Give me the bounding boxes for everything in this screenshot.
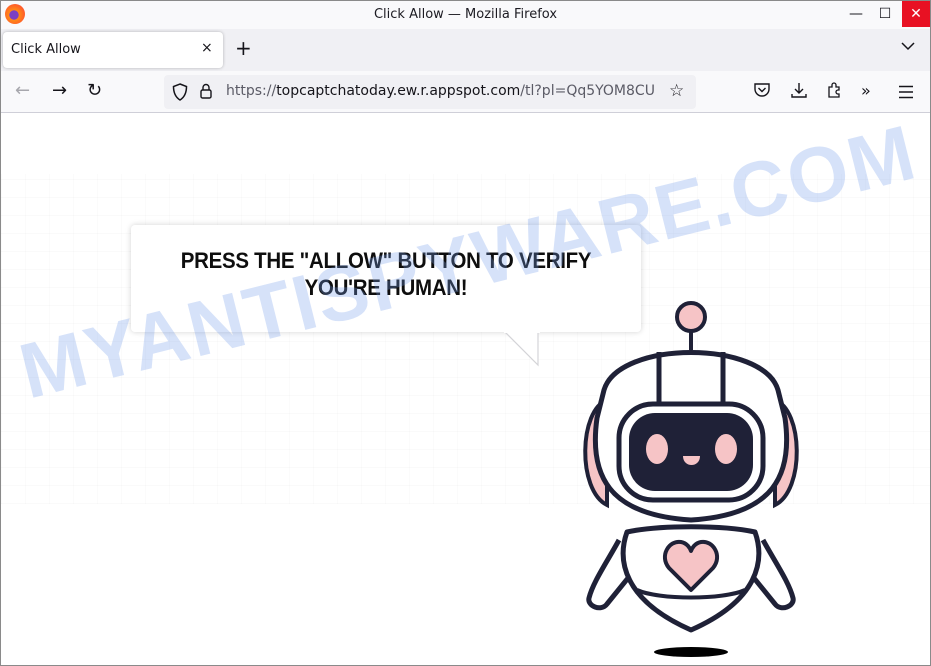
speech-bubble: PRESS THE "ALLOW" BUTTON TO VERIFY YOU'R… [131,225,641,332]
instruction-line-2: YOU'RE HUMAN! [304,275,468,300]
tab-strip: Click Allow × + [1,29,930,71]
robot-right-eye [715,434,737,464]
extensions-puzzle-icon[interactable] [826,81,844,99]
url-bar[interactable]: https://topcaptchatoday.ew.r.appspot.com… [164,75,696,109]
minimize-button[interactable]: — [842,1,870,27]
robot-shadow [654,647,728,657]
tab-title: Click Allow [11,42,81,57]
close-tab-icon[interactable]: × [201,40,213,56]
window-title: Click Allow — Mozilla Firefox [373,7,558,22]
url-text[interactable]: https://topcaptchatoday.ew.r.appspot.com… [226,83,661,99]
tab-click-allow[interactable]: Click Allow × [3,32,223,68]
instruction-line-1: PRESS THE "ALLOW" BUTTON TO VERIFY [180,248,592,273]
hamburger-menu-icon[interactable] [898,85,914,99]
url-scheme: https:// [226,83,277,99]
page-content: PRESS THE "ALLOW" BUTTON TO VERIFY YOU'R… [1,114,930,665]
chevron-down-icon [901,42,915,51]
title-bar: Click Allow — Mozilla Firefox — ☐ ✕ [1,1,930,29]
reload-button[interactable]: ↻ [87,81,102,101]
navigation-bar: ← → ↻ https://topcaptchatoday.ew.r.appsp… [1,71,930,113]
new-tab-button[interactable]: + [235,38,252,58]
close-window-button[interactable]: ✕ [902,1,930,27]
maximize-button[interactable]: ☐ [871,1,899,27]
bookmark-star-icon[interactable]: ☆ [669,81,684,101]
tracking-protection-shield-icon[interactable] [172,83,188,101]
robot-illustration [583,301,799,657]
speech-bubble-tail [504,331,540,367]
verify-instruction-text: PRESS THE "ALLOW" BUTTON TO VERIFY YOU'R… [149,247,623,301]
lock-icon[interactable] [200,83,212,99]
forward-button[interactable]: → [52,81,67,101]
url-path: /tl?pl=Qq5YOM8CU [520,83,655,99]
back-button[interactable]: ← [15,81,30,101]
url-host: topcaptchatoday.ew.r.appspot.com [276,83,521,99]
list-all-tabs-button[interactable] [901,39,915,55]
browser-window: Click Allow — Mozilla Firefox — ☐ ✕ Clic… [0,0,931,666]
download-icon[interactable] [790,81,808,99]
robot-left-eye [646,434,668,464]
more-tools-icon[interactable]: » [861,81,871,101]
pocket-icon[interactable] [753,81,771,99]
robot-antenna-ball [675,301,707,333]
